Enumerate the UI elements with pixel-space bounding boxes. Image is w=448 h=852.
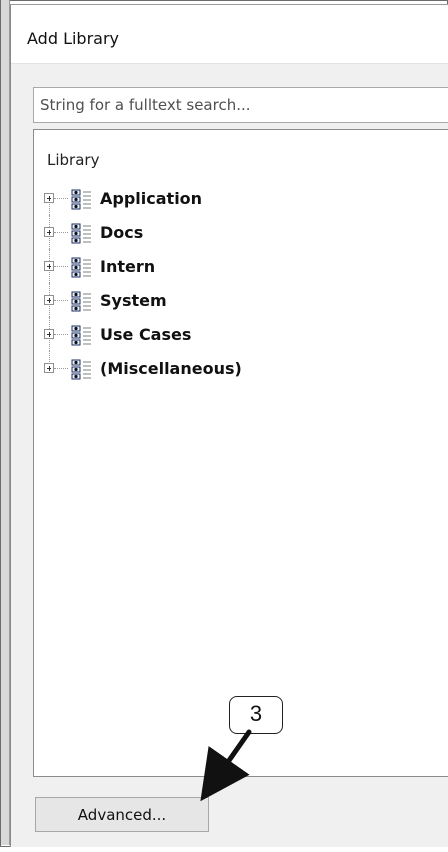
library-icon — [71, 189, 91, 210]
tree-connector-line — [54, 198, 68, 199]
library-icon — [71, 325, 91, 346]
library-icon — [71, 223, 91, 244]
advanced-button[interactable]: Advanced... — [35, 797, 209, 832]
library-node-miscellaneous[interactable]: (Miscellaneous) — [44, 351, 374, 385]
tree-connector-line — [54, 334, 68, 335]
expand-node-icon[interactable] — [44, 363, 54, 373]
library-icon — [71, 291, 91, 312]
library-node-system[interactable]: System — [44, 283, 374, 317]
library-node-use-cases[interactable]: Use Cases — [44, 317, 374, 351]
expand-node-icon[interactable] — [44, 193, 54, 203]
tree-connector-line — [54, 300, 68, 301]
library-node-label: Intern — [100, 257, 156, 276]
library-tree-panel[interactable]: Library Application Docs Intern System U… — [33, 129, 448, 777]
library-tree-caption: Library — [47, 151, 100, 169]
library-tree: Application Docs Intern System Use Cases… — [44, 181, 374, 385]
expand-node-icon[interactable] — [44, 227, 54, 237]
library-node-label: System — [100, 291, 167, 310]
library-icon — [71, 359, 91, 380]
add-library-dialog: Add Library Library — [10, 4, 448, 847]
dialog-title: Add Library — [27, 29, 120, 48]
library-node-intern[interactable]: Intern — [44, 249, 374, 283]
library-node-label: Application — [100, 189, 203, 208]
step-number-callout: 3 — [229, 696, 283, 734]
library-node-label: Use Cases — [100, 325, 192, 344]
tree-connector-line — [54, 232, 68, 233]
dialog-titlebar: Add Library — [11, 5, 448, 64]
expand-node-icon[interactable] — [44, 261, 54, 271]
library-node-label: Docs — [100, 223, 144, 242]
tree-connector-line — [54, 266, 68, 267]
expand-node-icon[interactable] — [44, 329, 54, 339]
library-node-docs[interactable]: Docs — [44, 215, 374, 249]
fulltext-search-input[interactable] — [33, 87, 448, 123]
background-window-edge — [1, 0, 10, 845]
expand-node-icon[interactable] — [44, 295, 54, 305]
library-node-application[interactable]: Application — [44, 181, 374, 215]
library-icon — [71, 257, 91, 278]
tree-connector-line — [54, 368, 68, 369]
library-node-label: (Miscellaneous) — [100, 359, 242, 378]
